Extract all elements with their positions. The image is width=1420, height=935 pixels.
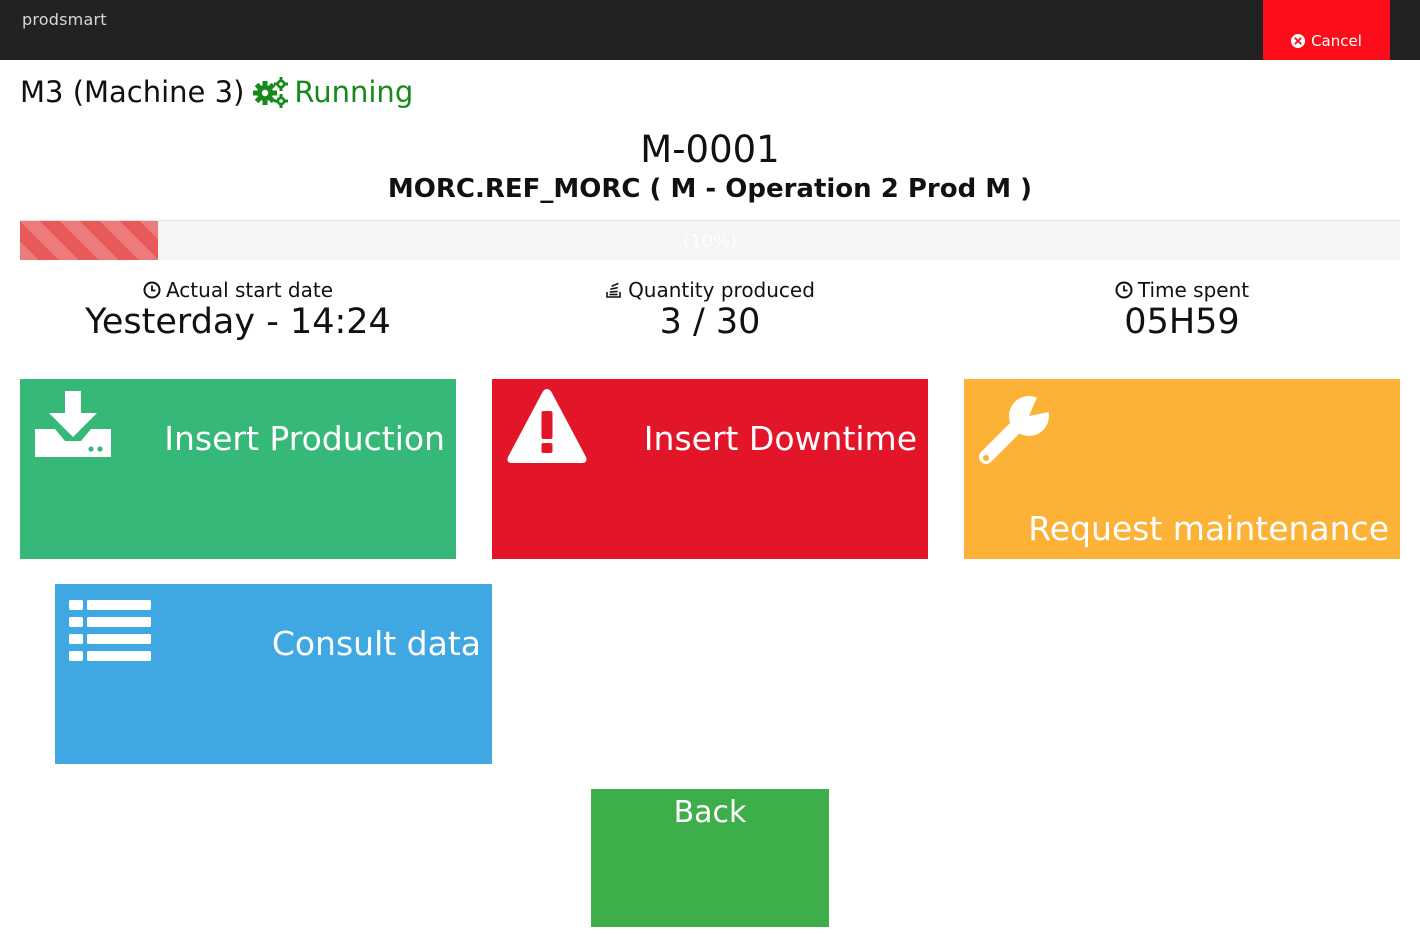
operation-title: MORC.REF_MORC ( M - Operation 2 Prod M ) — [387, 174, 1033, 204]
stat-start-date: Actual start date Yesterday - 14:24 — [18, 278, 458, 342]
clock-icon — [1115, 281, 1133, 299]
machine-header: M3 (Machine 3) Running — [20, 72, 413, 112]
request-maintenance-label: Request maintenance — [1028, 509, 1389, 548]
time-spent-value: 05H59 — [1124, 302, 1240, 342]
insert-downtime-label: Insert Downtime — [643, 419, 917, 458]
list-icon — [69, 600, 151, 661]
cancel-button[interactable]: Cancel — [1263, 0, 1390, 60]
quantity-label: Quantity produced — [628, 278, 815, 302]
start-date-value: Yesterday - 14:24 — [85, 302, 391, 342]
clock-icon — [143, 281, 161, 299]
stat-quantity: Quantity produced 3 / 30 — [490, 278, 930, 342]
back-button[interactable]: Back — [591, 789, 829, 927]
quantity-value: 3 / 30 — [659, 302, 761, 342]
brand-logo: prodsmart — [22, 10, 107, 29]
insert-production-label: Insert Production — [164, 419, 445, 458]
time-spent-label: Time spent — [1137, 278, 1250, 302]
machine-status: Running — [294, 75, 414, 109]
warning-icon — [507, 389, 587, 463]
consult-data-button[interactable]: Consult data — [55, 584, 492, 764]
gears-icon — [253, 77, 289, 108]
download-icon — [35, 391, 111, 457]
stack-icon — [606, 282, 621, 298]
close-circle-icon — [1291, 34, 1306, 48]
insert-downtime-button[interactable]: Insert Downtime — [492, 379, 928, 559]
progress-label: (10%) — [682, 231, 738, 252]
cancel-label: Cancel — [1311, 32, 1362, 50]
stat-time-spent: Time spent 05H59 — [962, 278, 1402, 342]
top-bar: prodsmart Cancel — [0, 0, 1420, 60]
wrench-icon — [979, 395, 1054, 464]
order-code: M-0001 — [640, 128, 780, 171]
start-date-label: Actual start date — [165, 278, 334, 302]
insert-production-button[interactable]: Insert Production — [20, 379, 456, 559]
consult-data-label: Consult data — [271, 624, 481, 663]
progress-bar: (10%) — [20, 220, 1400, 260]
machine-name: M3 (Machine 3) — [20, 75, 245, 109]
request-maintenance-button[interactable]: Request maintenance — [964, 379, 1400, 559]
